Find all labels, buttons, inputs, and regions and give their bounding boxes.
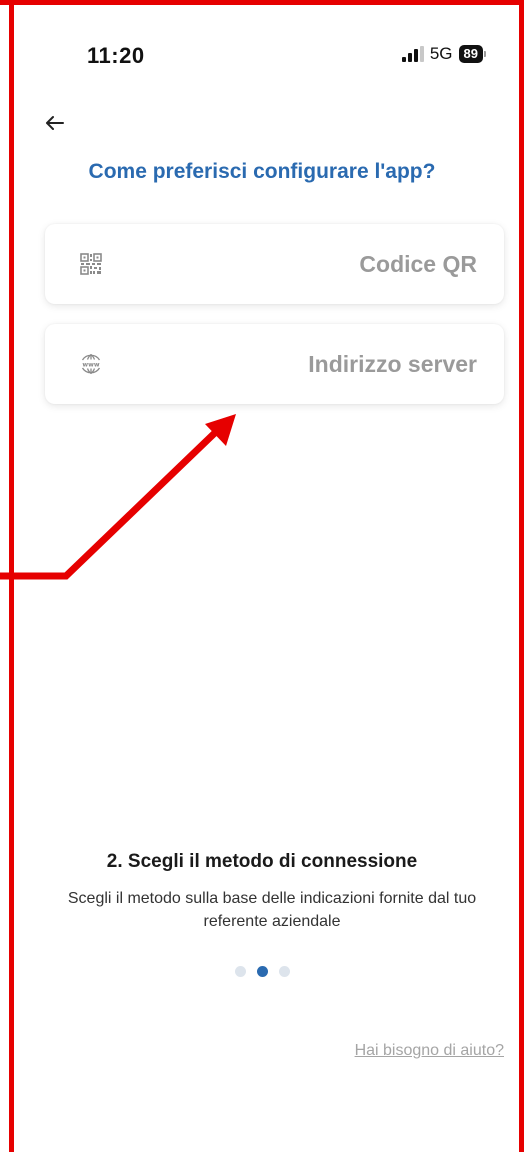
arrow-left-icon: [46, 116, 64, 130]
page-indicator: [0, 966, 524, 977]
page-dot-3[interactable]: [278, 966, 290, 977]
back-button[interactable]: [40, 108, 70, 138]
help-link[interactable]: Hai bisogno di aiuto?: [355, 1042, 504, 1060]
www-globe-icon: www: [78, 351, 104, 377]
step-title: 2. Scegli il metodo di connessione: [106, 851, 418, 872]
status-time: 11:20: [87, 43, 145, 68]
signal-icon: [401, 46, 424, 62]
qr-code-option-label: Codice QR: [359, 250, 477, 277]
status-indicators: 5G 89: [401, 44, 486, 64]
network-type: 5G: [429, 44, 453, 63]
annotation-frame-top: [0, 0, 524, 5]
step-description: Scegli il metodo sulla base delle indica…: [67, 890, 477, 930]
server-address-option-label: Indirizzo server: [308, 350, 477, 377]
battery-icon: 89: [458, 45, 486, 63]
page-title: Come preferisci configurare l'app?: [88, 160, 436, 183]
qr-code-icon: [78, 251, 104, 277]
svg-text:www: www: [82, 361, 99, 368]
battery-level: 89: [458, 45, 483, 63]
server-address-option[interactable]: www Indirizzo server: [45, 324, 504, 404]
app-screen: 11:20 5G 89 Come preferisci configurare …: [0, 0, 524, 1152]
qr-code-option[interactable]: Codice QR: [45, 224, 504, 304]
page-dot-2-active[interactable]: [256, 966, 268, 977]
page-dot-1[interactable]: [234, 966, 246, 977]
